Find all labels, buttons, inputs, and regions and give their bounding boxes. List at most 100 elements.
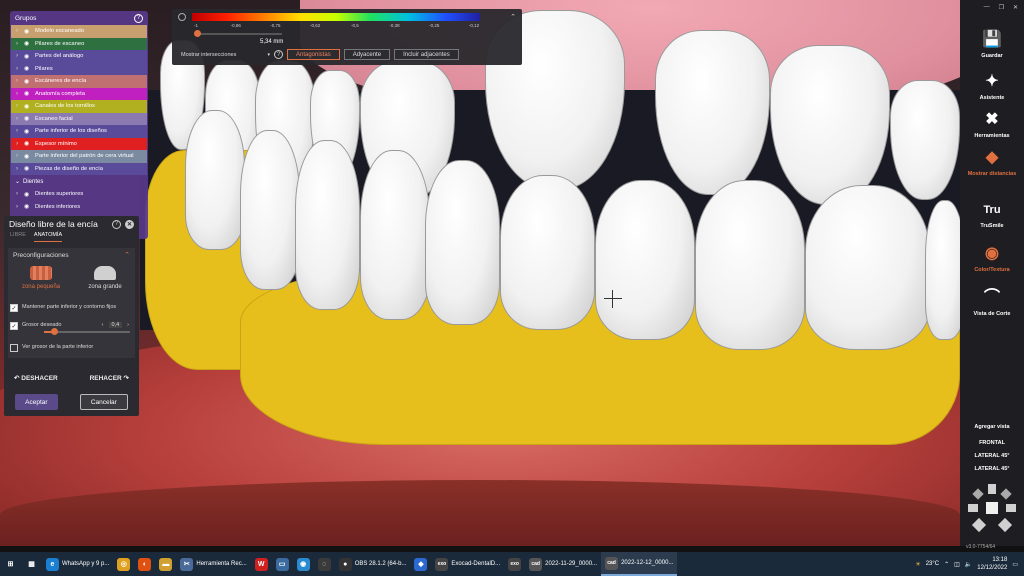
lower-tooth[interactable] <box>805 185 930 350</box>
taskbar-app[interactable]: ▬ <box>155 552 176 576</box>
show-bottom-option[interactable]: Ver grosor de la parte inferior <box>4 344 99 352</box>
eye-icon[interactable]: ◉ <box>24 28 35 35</box>
taskbar-app[interactable]: cad 2022-12-12_0000... <box>601 552 678 576</box>
eye-icon[interactable]: ◉ <box>24 128 35 135</box>
list-item[interactable]: › ◉ Parte inferior de los diseños <box>11 125 147 138</box>
taskbar-app[interactable]: cad 2022-11-29_0000... <box>525 552 601 576</box>
checkbox-thickness[interactable]: ✓ <box>10 322 18 330</box>
tab-anatomia[interactable]: ANATOMÍA <box>33 232 63 242</box>
taskbar-app[interactable]: ▦ <box>21 552 42 576</box>
list-item[interactable]: › ◉ Pilares de escaneo <box>11 37 147 50</box>
save-tool[interactable]: 💾 Guardar <box>960 30 1024 59</box>
eye-icon[interactable]: ◉ <box>24 153 35 160</box>
view-lateral-45-b[interactable]: LATERAL 45° <box>960 466 1024 472</box>
help-icon[interactable]: ? <box>274 50 283 59</box>
tab-libre[interactable]: LIBRE <box>10 232 26 242</box>
taskbar-app[interactable]: ◉ <box>293 552 314 576</box>
close-icon[interactable]: ✕ <box>1013 4 1018 14</box>
thickness-slider[interactable] <box>44 328 130 335</box>
taskbar-app[interactable]: ✂ Herramienta Rec... <box>176 552 250 576</box>
chevron-left-icon[interactable]: ‹ <box>102 322 104 328</box>
lower-tooth[interactable] <box>925 200 960 340</box>
help-icon[interactable]: ? <box>112 219 121 229</box>
tools-tool[interactable]: ✖ Herramientas <box>960 110 1024 139</box>
taskbar-app[interactable]: ▭ <box>272 552 293 576</box>
adjacent-button[interactable]: Adyacente <box>343 49 391 60</box>
taskbar-app[interactable]: exo <box>504 552 525 576</box>
undo-button[interactable]: ↶ DESHACER <box>14 374 58 382</box>
cut-view-tool[interactable]: ⌒ Vista de Corte <box>960 288 1024 317</box>
minimize-icon[interactable]: — <box>984 4 990 14</box>
wizard-tool[interactable]: ✦ Asistente <box>960 72 1024 101</box>
accept-button[interactable]: Aceptar <box>15 394 58 410</box>
taskbar-app[interactable]: e WhatsApp y 9 p... <box>42 552 113 576</box>
eye-icon[interactable]: ◉ <box>24 103 35 110</box>
eye-icon[interactable]: ◉ <box>24 191 35 198</box>
taskbar-app[interactable]: ◌ <box>314 552 335 576</box>
speaker-icon[interactable]: 🔈 <box>965 561 972 568</box>
eye-icon[interactable]: ◉ <box>24 140 35 147</box>
chevron-up-icon[interactable]: ⌃ <box>510 13 516 21</box>
taskbar-app[interactable]: exo Exocad-DentalD... <box>431 552 504 576</box>
weather-temp[interactable]: 23°C <box>926 561 939 567</box>
preset-large-zone[interactable]: zona grande <box>80 266 130 290</box>
restore-icon[interactable]: ❐ <box>999 4 1004 14</box>
list-item[interactable]: › ◉ Anatomía completa <box>11 87 147 100</box>
distance-slider-knob[interactable] <box>194 30 201 37</box>
list-item[interactable]: › ◉ Parte inferior del patrón de cera virt… <box>11 150 147 163</box>
eye-icon[interactable]: ◉ <box>24 78 35 85</box>
eye-icon[interactable]: ◉ <box>24 115 35 122</box>
lower-tooth[interactable] <box>695 180 805 350</box>
view-lateral-45-a[interactable]: LATERAL 45° <box>960 453 1024 459</box>
lower-tooth[interactable] <box>595 180 695 340</box>
eye-icon[interactable]: ◉ <box>24 40 35 47</box>
taskbar-app[interactable]: ● OBS 28.1.2 (64-b... <box>335 552 411 576</box>
taskbar-app[interactable]: ◎ <box>113 552 134 576</box>
lower-tooth[interactable] <box>185 110 245 250</box>
intersections-dropdown[interactable]: Mostrar intersecciones ▾ <box>180 49 270 60</box>
taskbar-app[interactable]: ⊞ <box>0 552 21 576</box>
cancel-button[interactable]: Cancelar <box>79 394 128 410</box>
list-item[interactable]: › ◉ Modelo escaneado <box>11 25 147 38</box>
lower-tooth[interactable] <box>425 160 500 325</box>
list-item[interactable]: › ◉ Piezas de diseño de encía <box>11 162 147 175</box>
lower-tooth[interactable] <box>500 175 595 330</box>
checkbox-keep-fixed[interactable]: ✓ <box>10 304 18 312</box>
list-item[interactable]: › ◉ Partes del análogo <box>11 50 147 63</box>
trusmile-tool[interactable]: Tru TruSmile <box>960 200 1024 229</box>
view-cube-icon[interactable] <box>968 484 1016 534</box>
lower-tooth[interactable] <box>360 150 430 320</box>
thickness-option[interactable]: ✓ Grosor deseado ‹ 0,4 › <box>4 322 139 330</box>
taskbar-app[interactable]: W <box>251 552 272 576</box>
chevron-up-icon[interactable]: ⌃ <box>124 251 130 259</box>
keep-fixed-option[interactable]: ✓ Mantener parte inferior y contorno fij… <box>4 304 122 312</box>
view-frontal[interactable]: FRONTAL <box>960 440 1024 446</box>
taskbar-app[interactable]: ◆ <box>410 552 431 576</box>
preset-small-zone[interactable]: zona pequeña <box>16 266 66 290</box>
antagonists-button[interactable]: Antagonistas <box>287 49 340 60</box>
list-item[interactable]: › ◉ Canales de los tornillos <box>11 100 147 113</box>
thickness-value[interactable]: 0,4 <box>108 322 123 328</box>
lower-tooth[interactable] <box>295 140 360 310</box>
network-icon[interactable]: ◫ <box>954 561 960 568</box>
chevron-right-icon[interactable]: › <box>127 322 129 328</box>
redo-button[interactable]: REHACER ↷ <box>90 374 129 382</box>
color-texture-tool[interactable]: ◉ Color/Textura <box>960 244 1024 273</box>
close-icon[interactable]: ✕ <box>125 219 134 229</box>
eye-icon[interactable]: ◉ <box>24 90 35 97</box>
list-item[interactable]: › ◉ Espesor mínimo <box>11 137 147 150</box>
eye-icon[interactable]: ◉ <box>24 165 35 172</box>
clock[interactable]: 13:18 12/12/2022 <box>977 556 1007 572</box>
taskbar-app[interactable]: ◐ <box>134 552 155 576</box>
eye-icon[interactable]: ◉ <box>24 203 35 210</box>
list-item[interactable]: › ◉ Escáneres de encía <box>11 75 147 88</box>
list-item[interactable]: › ◉ Pilares <box>11 62 147 75</box>
teeth-header[interactable]: ⌄ Dientes <box>10 175 148 188</box>
weather-icon[interactable]: ☀ <box>915 561 920 568</box>
distance-slider[interactable] <box>194 30 282 37</box>
show-distances-tool[interactable]: ◆ Mostrar distancias <box>960 148 1024 177</box>
chevron-up-icon[interactable]: ⌃ <box>944 561 949 568</box>
notification-icon[interactable]: ▭ <box>1012 561 1018 568</box>
list-item[interactable]: › ◉ Escaneo facial <box>11 112 147 125</box>
list-item[interactable]: › ◉ Dientes superiores <box>11 188 147 201</box>
